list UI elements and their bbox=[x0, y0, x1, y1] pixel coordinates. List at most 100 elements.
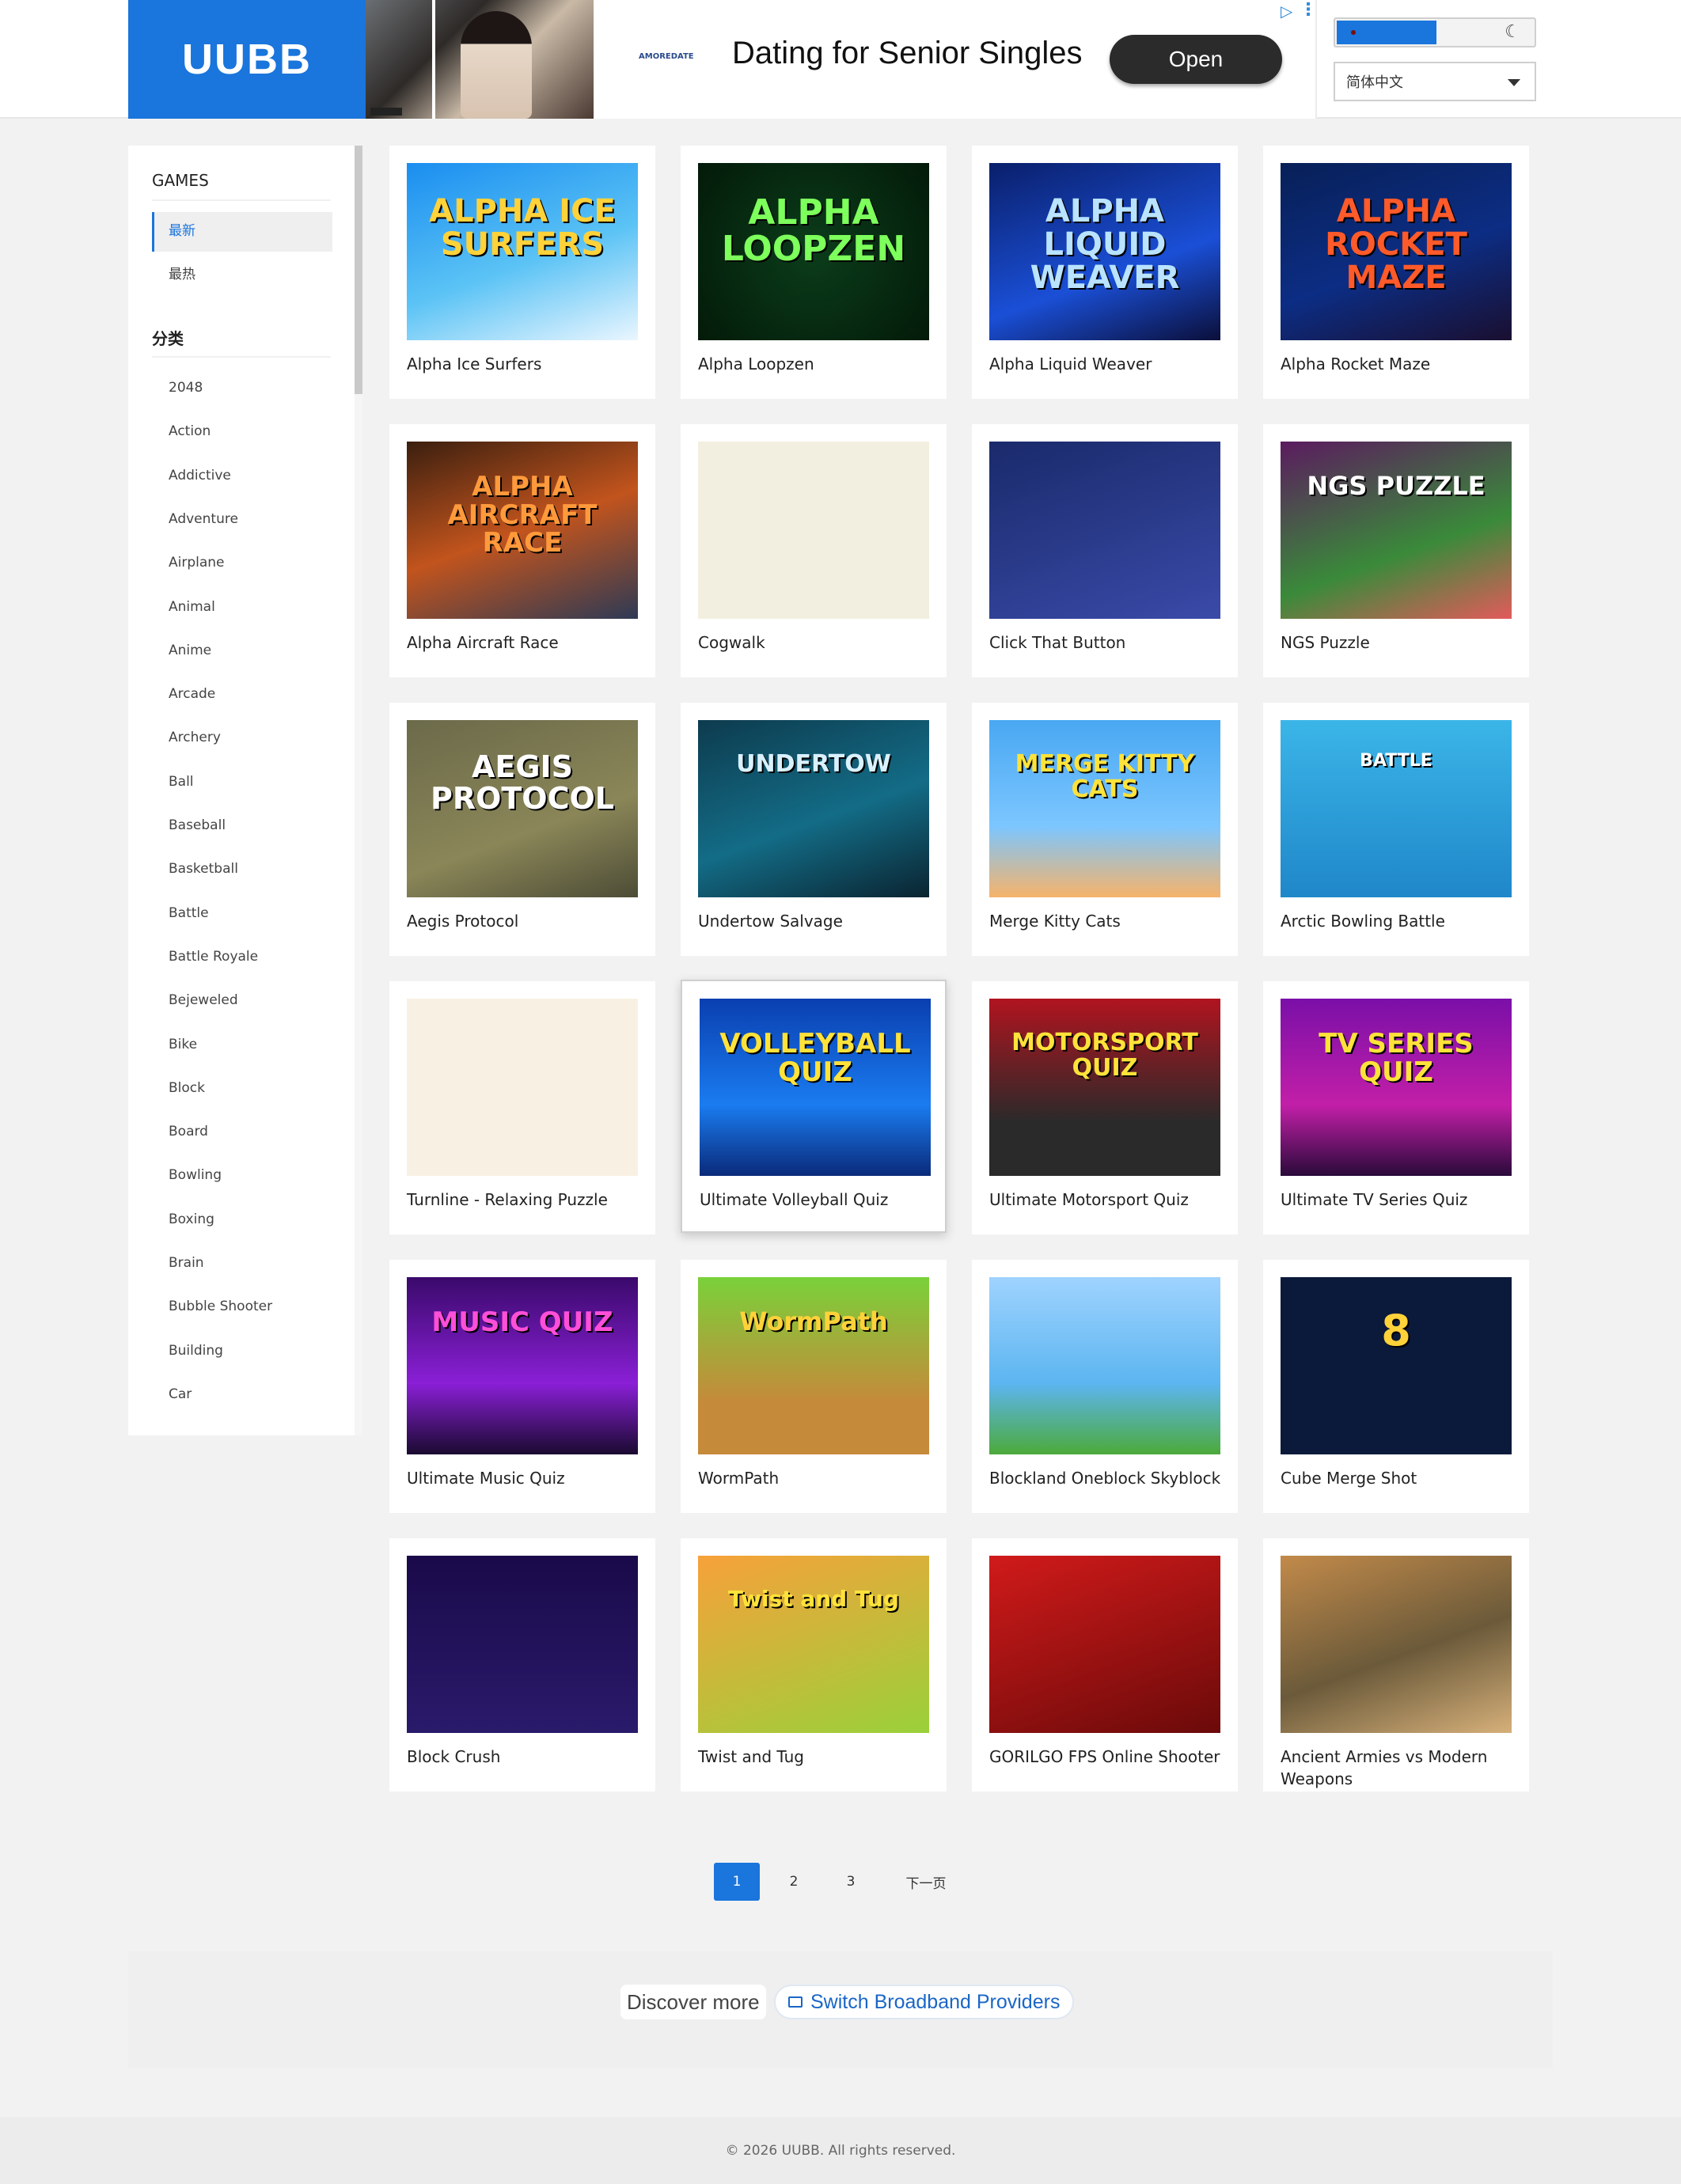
sidebar-item-category[interactable]: Action bbox=[169, 422, 211, 441]
game-thumbnail[interactable]: MOTORSPORT QUIZ bbox=[989, 999, 1220, 1176]
sidebar-item-category[interactable]: Bubble Shooter bbox=[169, 1297, 272, 1316]
game-thumbnail[interactable]: TV SERIES QUIZ bbox=[1281, 999, 1512, 1176]
ad-photo[interactable] bbox=[366, 0, 594, 119]
game-card[interactable]: WormPath WormPath bbox=[681, 1260, 947, 1513]
game-card[interactable]: ALPHA LIQUID WEAVER Alpha Liquid Weaver bbox=[972, 146, 1238, 399]
game-title[interactable]: Ultimate Motorsport Quiz bbox=[989, 1189, 1227, 1211]
game-card[interactable]: ALPHA LOOPZEN Alpha Loopzen bbox=[681, 146, 947, 399]
ad-banner[interactable]: AMOREDATE Dating for Senior Singles Open… bbox=[366, 0, 1317, 119]
theme-toggle[interactable]: ☾ bbox=[1334, 17, 1536, 47]
next-page-button[interactable]: 下一页 bbox=[894, 1863, 958, 1901]
game-thumbnail[interactable]: 8 bbox=[1281, 1277, 1512, 1454]
sidebar-item-category[interactable]: Animal bbox=[169, 597, 215, 616]
sidebar-item-category[interactable]: Building bbox=[169, 1341, 223, 1360]
game-thumbnail[interactable] bbox=[989, 1277, 1220, 1454]
game-card[interactable]: AEGIS PROTOCOL Aegis Protocol bbox=[389, 703, 655, 956]
game-title[interactable]: Alpha Aircraft Race bbox=[407, 631, 644, 654]
game-card[interactable]: Twist and Tug Twist and Tug bbox=[681, 1538, 947, 1792]
game-card[interactable]: GORILGO FPS Online Shooter bbox=[972, 1538, 1238, 1792]
game-thumbnail[interactable]: ALPHA ROCKET MAZE bbox=[1281, 163, 1512, 340]
game-title[interactable]: Ultimate Music Quiz bbox=[407, 1467, 644, 1489]
game-card[interactable]: TV SERIES QUIZ Ultimate TV Series Quiz bbox=[1263, 981, 1529, 1234]
ad-open-button[interactable]: Open bbox=[1110, 35, 1282, 84]
game-thumbnail[interactable] bbox=[407, 999, 638, 1176]
ad-choices-icon[interactable]: ▷ bbox=[1281, 2, 1292, 21]
sidebar-item-category[interactable]: Baseball bbox=[169, 816, 226, 835]
game-title[interactable]: Merge Kitty Cats bbox=[989, 910, 1227, 932]
game-thumbnail[interactable]: AEGIS PROTOCOL bbox=[407, 720, 638, 897]
game-title[interactable]: Block Crush bbox=[407, 1746, 644, 1768]
game-card[interactable]: Blockland Oneblock Skyblock bbox=[972, 1260, 1238, 1513]
game-title[interactable]: Alpha Ice Surfers bbox=[407, 353, 644, 375]
game-thumbnail[interactable]: UNDERTOW bbox=[698, 720, 929, 897]
game-title[interactable]: GORILGO FPS Online Shooter bbox=[989, 1746, 1227, 1768]
game-thumbnail[interactable] bbox=[989, 1556, 1220, 1733]
sidebar-item-category[interactable]: Car bbox=[169, 1385, 192, 1404]
sidebar-item-category[interactable]: Brain bbox=[169, 1253, 204, 1272]
sidebar-item-category[interactable]: Boxing bbox=[169, 1210, 214, 1229]
game-title[interactable]: Blockland Oneblock Skyblock bbox=[989, 1467, 1227, 1489]
page-2-button[interactable]: 2 bbox=[771, 1863, 817, 1901]
sidebar-item-category[interactable]: 2048 bbox=[169, 378, 203, 397]
game-thumbnail[interactable]: MUSIC QUIZ bbox=[407, 1277, 638, 1454]
game-title[interactable]: Ultimate TV Series Quiz bbox=[1281, 1189, 1518, 1211]
game-thumbnail[interactable] bbox=[989, 442, 1220, 619]
game-title[interactable]: WormPath bbox=[698, 1467, 935, 1489]
game-thumbnail[interactable] bbox=[1281, 1556, 1512, 1733]
game-card[interactable]: Click That Button bbox=[972, 424, 1238, 677]
sidebar-scrollbar[interactable] bbox=[355, 146, 362, 1435]
sidebar-item-category[interactable]: Basketball bbox=[169, 859, 238, 878]
game-title[interactable]: NGS Puzzle bbox=[1281, 631, 1518, 654]
sidebar-item-category[interactable]: Archery bbox=[169, 728, 221, 747]
game-card[interactable]: MOTORSPORT QUIZ Ultimate Motorsport Quiz bbox=[972, 981, 1238, 1234]
ad-menu-icon[interactable]: ⋮ bbox=[1300, 0, 1317, 20]
game-title[interactable]: Cube Merge Shot bbox=[1281, 1467, 1518, 1489]
sidebar-item-category[interactable]: Battle Royale bbox=[169, 947, 258, 966]
discover-link[interactable]: Switch Broadband Providers bbox=[774, 1985, 1075, 2019]
sidebar-item-category[interactable]: Ball bbox=[169, 772, 194, 791]
game-thumbnail[interactable]: ALPHA LOOPZEN bbox=[698, 163, 929, 340]
game-card[interactable]: ALPHA ROCKET MAZE Alpha Rocket Maze bbox=[1263, 146, 1529, 399]
game-title[interactable]: Arctic Bowling Battle bbox=[1281, 910, 1518, 932]
game-card[interactable]: 8 Cube Merge Shot bbox=[1263, 1260, 1529, 1513]
game-card[interactable]: Block Crush bbox=[389, 1538, 655, 1792]
page-1-button[interactable]: 1 bbox=[714, 1863, 760, 1901]
site-logo[interactable]: UUBB bbox=[128, 0, 366, 119]
game-thumbnail[interactable]: VOLLEYBALL QUIZ bbox=[700, 999, 931, 1176]
sidebar-item-category[interactable]: Airplane bbox=[169, 553, 225, 572]
sidebar-item-newest[interactable]: 最新 bbox=[169, 222, 195, 241]
game-card[interactable]: BATTLE Arctic Bowling Battle bbox=[1263, 703, 1529, 956]
game-thumbnail[interactable] bbox=[407, 1556, 638, 1733]
game-title[interactable]: Undertow Salvage bbox=[698, 910, 935, 932]
game-title[interactable]: Alpha Loopzen bbox=[698, 353, 935, 375]
game-card[interactable]: VOLLEYBALL QUIZ Ultimate Volleyball Quiz bbox=[681, 980, 947, 1233]
game-thumbnail[interactable]: ALPHA LIQUID WEAVER bbox=[989, 163, 1220, 340]
game-title[interactable]: Cogwalk bbox=[698, 631, 935, 654]
game-card[interactable]: Turnline - Relaxing Puzzle bbox=[389, 981, 655, 1234]
game-title[interactable]: Click That Button bbox=[989, 631, 1227, 654]
game-card[interactable]: MUSIC QUIZ Ultimate Music Quiz bbox=[389, 1260, 655, 1513]
game-card[interactable]: ALPHA AIRCRAFT RACE Alpha Aircraft Race bbox=[389, 424, 655, 677]
game-title[interactable]: Alpha Rocket Maze bbox=[1281, 353, 1518, 375]
game-card[interactable]: UNDERTOW Undertow Salvage bbox=[681, 703, 947, 956]
sidebar-item-category[interactable]: Arcade bbox=[169, 684, 215, 703]
game-card[interactable]: ALPHA ICE SURFERS Alpha Ice Surfers bbox=[389, 146, 655, 399]
game-title[interactable]: Turnline - Relaxing Puzzle bbox=[407, 1189, 644, 1211]
game-thumbnail[interactable]: BATTLE bbox=[1281, 720, 1512, 897]
game-card[interactable]: Cogwalk bbox=[681, 424, 947, 677]
game-card[interactable]: NGS PUZZLE NGS Puzzle bbox=[1263, 424, 1529, 677]
game-thumbnail[interactable]: NGS PUZZLE bbox=[1281, 442, 1512, 619]
game-title[interactable]: Ancient Armies vs Modern Weapons bbox=[1281, 1746, 1518, 1790]
ad-title[interactable]: Dating for Senior Singles bbox=[732, 36, 1082, 71]
sidebar-item-category[interactable]: Block bbox=[169, 1079, 205, 1098]
game-title[interactable]: Alpha Liquid Weaver bbox=[989, 353, 1227, 375]
game-thumbnail[interactable]: Twist and Tug bbox=[698, 1556, 929, 1733]
sidebar-item-category[interactable]: Bejeweled bbox=[169, 991, 238, 1010]
sidebar-item-category[interactable]: Bowling bbox=[169, 1166, 222, 1185]
sidebar-scrollbar-thumb[interactable] bbox=[355, 146, 362, 394]
sidebar-item-hottest[interactable]: 最热 bbox=[169, 265, 195, 284]
sidebar-item-category[interactable]: Addictive bbox=[169, 466, 231, 485]
game-thumbnail[interactable] bbox=[698, 442, 929, 619]
game-title[interactable]: Ultimate Volleyball Quiz bbox=[700, 1189, 937, 1211]
sidebar-item-category[interactable]: Battle bbox=[169, 904, 209, 923]
